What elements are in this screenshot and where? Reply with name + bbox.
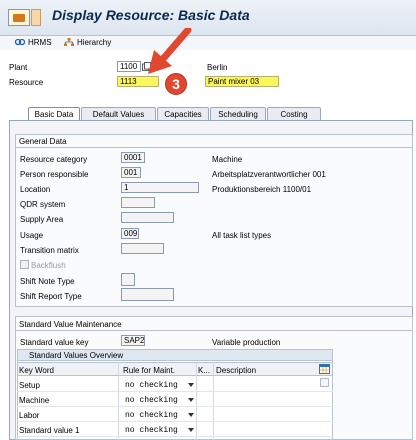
dropdown-arrow-icon[interactable]: [188, 398, 194, 402]
menu-icon[interactable]: [8, 9, 30, 26]
qdr-system-field[interactable]: [121, 197, 155, 208]
plant-field[interactable]: 1100: [117, 61, 141, 72]
standard-value-key-label: Standard value key: [20, 338, 89, 347]
rule-dropdown[interactable]: no checking: [125, 426, 178, 435]
step-number-badge: 3: [165, 73, 187, 95]
resource-category-field[interactable]: 0001: [121, 152, 145, 163]
transition-matrix-field[interactable]: [121, 243, 164, 254]
rule-dropdown[interactable]: no checking: [125, 381, 178, 390]
usage-desc: All task list types: [212, 231, 272, 240]
backflush-checkbox[interactable]: [20, 260, 29, 269]
tab-costing[interactable]: Costing: [267, 107, 321, 120]
row-keyword: Standard value 1: [19, 426, 80, 435]
tab-default-values[interactable]: Default Values: [81, 107, 156, 120]
shift-note-type-field[interactable]: [121, 273, 135, 286]
dropdown-arrow-icon[interactable]: [188, 383, 194, 387]
tab-capacities[interactable]: Capacities: [157, 107, 209, 120]
usage-field[interactable]: 009: [121, 228, 139, 239]
plant-description: Berlin: [207, 63, 228, 72]
scroll-up-button[interactable]: [320, 378, 329, 387]
row-keyword: Labor: [19, 411, 40, 420]
hierarchy-icon: [64, 38, 74, 46]
table-settings-icon[interactable]: [319, 364, 330, 374]
column-header-rule[interactable]: Rule for Maint.: [123, 366, 175, 375]
person-responsible-field[interactable]: 001: [121, 167, 141, 178]
general-data-title: General Data: [19, 137, 67, 146]
hrms-icon: [15, 38, 25, 46]
resource-description-field: Paint mixer 03: [205, 76, 279, 87]
window-title: Display Resource: Basic Data: [52, 7, 250, 23]
resource-label: Resource: [9, 78, 44, 87]
rule-dropdown[interactable]: no checking: [125, 411, 178, 420]
shift-note-type-label: Shift Note Type: [20, 277, 75, 286]
location-field[interactable]: 1: [121, 182, 199, 193]
dropdown-arrow-icon[interactable]: [188, 413, 194, 417]
location-desc: Produktionsbereich 1100/01: [212, 185, 312, 194]
transition-matrix-label: Transition matrix: [20, 246, 79, 255]
qdr-system-label: QDR system: [20, 200, 66, 209]
supply-area-label: Supply Area: [20, 215, 64, 224]
shift-report-type-label: Shift Report Type: [20, 292, 82, 301]
tab-basic-data[interactable]: Basic Data: [28, 107, 80, 120]
standard-value-maintenance-title: Standard Value Maintenance: [19, 320, 122, 329]
tab-scheduling[interactable]: Scheduling: [210, 107, 266, 120]
application-toolbar: [0, 36, 416, 50]
standard-value-key-field[interactable]: SAP2: [121, 335, 145, 346]
person-responsible-desc: Arbeitsplatzverantwortlicher 001: [212, 170, 326, 179]
dropdown-arrow-icon[interactable]: [188, 428, 194, 432]
hrms-label: HRMS: [28, 37, 52, 47]
person-responsible-label: Person responsible: [20, 170, 89, 179]
standard-values-overview-title: Standard Values Overview: [29, 351, 124, 360]
resource-category-label: Resource category: [20, 155, 88, 164]
group-divider: [16, 147, 412, 148]
hrms-button[interactable]: HRMS: [15, 36, 52, 48]
row-keyword: Setup: [19, 381, 40, 390]
standard-value-key-desc: Variable production: [212, 338, 281, 347]
hierarchy-label: Hierarchy: [77, 37, 112, 47]
backflush-label: Backflush: [31, 261, 66, 270]
column-header-keyword[interactable]: Key Word: [19, 366, 54, 375]
plant-label: Plant: [9, 63, 28, 72]
shift-report-type-field[interactable]: [121, 288, 174, 301]
column-header-description[interactable]: Description: [216, 366, 256, 375]
location-label: Location: [20, 185, 51, 194]
column-header-k[interactable]: K...: [198, 366, 210, 375]
hierarchy-button[interactable]: Hierarchy: [64, 36, 111, 48]
rule-dropdown[interactable]: no checking: [125, 396, 178, 405]
group-divider: [16, 330, 412, 331]
usage-label: Usage: [20, 231, 44, 240]
row-keyword: Machine: [19, 396, 50, 405]
supply-area-field[interactable]: [121, 212, 174, 223]
annotation-arrow-icon: [148, 28, 192, 74]
bookmark-icon[interactable]: [31, 9, 41, 26]
resource-category-desc: Machine: [212, 155, 243, 164]
